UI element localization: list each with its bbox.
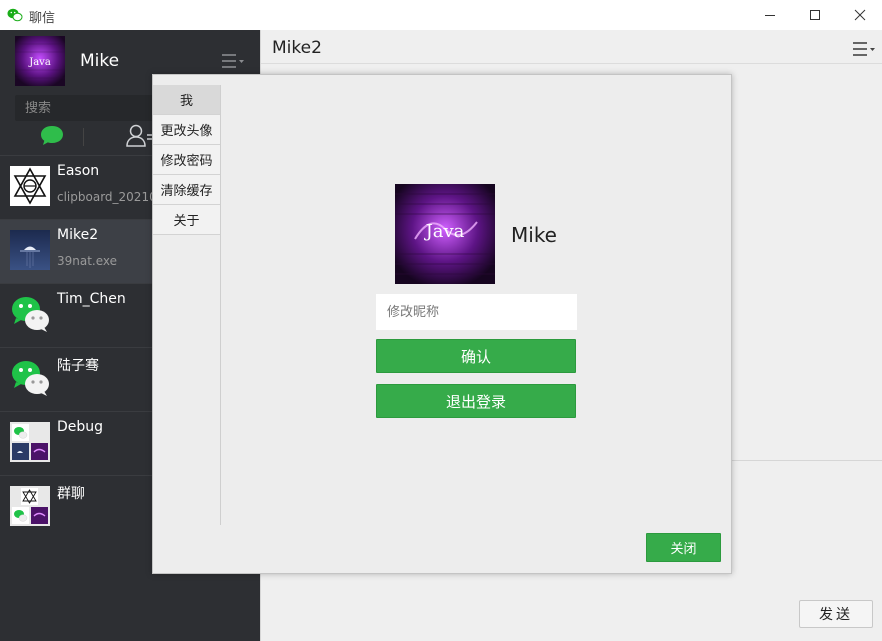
- contact-name: Tim_Chen: [57, 291, 126, 307]
- window-title: 聊信: [29, 11, 56, 26]
- contact-preview: 39nat.exe: [57, 254, 118, 268]
- close-window-button[interactable]: [838, 0, 882, 30]
- contact-name: Eason: [57, 163, 100, 179]
- contacts-icon[interactable]: [125, 123, 155, 149]
- settings-nav-change-password[interactable]: 修改密码: [153, 145, 220, 175]
- contact-name: Debug: [57, 419, 104, 435]
- profile-avatar[interactable]: Java: [15, 36, 65, 86]
- profile-name: Mike: [80, 51, 120, 71]
- confirm-button[interactable]: 确认: [376, 339, 576, 373]
- wechat-avatar-icon: [12, 361, 49, 396]
- hamburger-menu-icon[interactable]: [851, 40, 877, 58]
- header-divider: [261, 63, 882, 64]
- settings-nav-about[interactable]: 关于: [153, 205, 220, 235]
- user-name: Mike: [511, 223, 557, 247]
- tab-divider: [83, 128, 84, 146]
- settings-nav-change-avatar[interactable]: 更改头像: [153, 115, 220, 145]
- settings-nav-me[interactable]: 我: [153, 85, 220, 115]
- svg-text:Java: Java: [28, 57, 51, 68]
- contact-preview: clipboard_20210: [57, 190, 157, 204]
- contact-name: 陆子骞: [57, 358, 99, 374]
- group-avatar-icon: [10, 422, 50, 462]
- maximize-button[interactable]: [793, 0, 837, 30]
- minimize-icon: [765, 15, 775, 16]
- wechat-logo-icon: [7, 8, 23, 22]
- logout-button[interactable]: 退出登录: [376, 384, 576, 418]
- close-icon: [854, 9, 866, 21]
- contact-name: Mike2: [57, 227, 99, 243]
- wechat-avatar-icon: [12, 297, 49, 332]
- settings-dialog: 我 更改头像 修改密码 清除缓存 关于 Java Mike 确认 退出登录 关闭: [152, 74, 732, 574]
- user-avatar: Java: [395, 184, 495, 284]
- contact-avatar: [10, 230, 50, 270]
- minimize-button[interactable]: [748, 0, 792, 30]
- svg-text:Java: Java: [424, 221, 465, 242]
- settings-nav: 我 更改头像 修改密码 清除缓存 关于: [153, 85, 221, 525]
- send-button[interactable]: 发送: [799, 600, 873, 628]
- settings-nav-clear-cache[interactable]: 清除缓存: [153, 175, 220, 205]
- chat-title: Mike2: [272, 38, 322, 58]
- title-bar: 聊信: [0, 0, 882, 30]
- hamburger-menu-icon[interactable]: [220, 52, 246, 70]
- close-dialog-button[interactable]: 关闭: [646, 533, 721, 562]
- chat-bubble-icon[interactable]: [38, 123, 66, 149]
- contact-avatar: [10, 166, 50, 206]
- maximize-icon: [810, 10, 820, 20]
- nickname-input[interactable]: [376, 294, 577, 330]
- group-avatar-icon: [10, 486, 50, 526]
- contact-name: 群聊: [57, 486, 85, 502]
